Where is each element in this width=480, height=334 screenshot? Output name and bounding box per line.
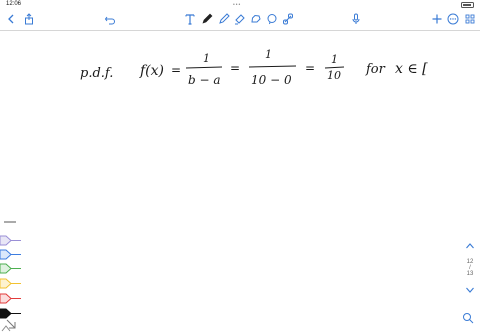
- fraction3-numerator: 1: [331, 53, 338, 66]
- handwritten-formula: p.d.f. f(x) = 1 b − a = 1 10 − 0 = 1 10 …: [80, 48, 428, 87]
- microphone-icon[interactable]: [349, 12, 363, 26]
- pen-blue[interactable]: [0, 247, 22, 260]
- lasso-tool-icon[interactable]: [249, 12, 263, 26]
- fraction1-denominator: b − a: [188, 73, 221, 87]
- shapes-tool-icon[interactable]: [265, 12, 279, 26]
- status-bar: 12:06 •••: [0, 0, 480, 9]
- total-pages: 13: [466, 271, 474, 277]
- link-tool-icon[interactable]: [281, 12, 295, 26]
- pen-lavender[interactable]: [0, 233, 22, 246]
- fraction3-denominator: 10: [327, 69, 341, 82]
- zoom-window-icon[interactable]: [461, 311, 475, 325]
- fraction3-bar: [324, 66, 345, 69]
- highlighter-tool-icon[interactable]: [233, 12, 247, 26]
- back-chevron-icon[interactable]: [4, 12, 18, 26]
- pen-red[interactable]: [0, 291, 22, 304]
- minimize-toolbar-icon[interactable]: [4, 317, 18, 331]
- share-icon[interactable]: [22, 12, 36, 26]
- add-page-icon[interactable]: [430, 12, 444, 26]
- fraction2-bar: [248, 65, 297, 68]
- fraction2-numerator: 1: [265, 48, 272, 61]
- domain-text: x ∈ [: [395, 61, 428, 77]
- status-time: 12:06: [6, 1, 22, 7]
- multitask-dots[interactable]: •••: [233, 2, 241, 8]
- undo-icon[interactable]: [103, 12, 117, 26]
- for-text: for: [365, 62, 386, 77]
- page-navigation: 12 / 13: [463, 242, 477, 294]
- page-up-icon[interactable]: [465, 242, 475, 250]
- equals-sign-2: =: [230, 61, 240, 75]
- eraser-tool-icon[interactable]: [217, 12, 231, 26]
- pages-grid-icon[interactable]: [463, 12, 477, 26]
- pen-black[interactable]: [0, 306, 22, 319]
- note-canvas[interactable]: p.d.f. f(x) = 1 b − a = 1 10 − 0 = 1 10 …: [0, 32, 480, 334]
- battery-icon: [461, 2, 474, 8]
- text-tool-icon[interactable]: [183, 12, 197, 26]
- function-label: f(x): [139, 63, 164, 79]
- more-icon[interactable]: [446, 12, 460, 26]
- fraction2-denominator: 10 − 0: [251, 73, 292, 87]
- pen-yellow[interactable]: [0, 276, 22, 289]
- pen-tool-icon[interactable]: [200, 12, 214, 26]
- pdf-label: p.d.f.: [80, 66, 113, 81]
- pen-strip-grip[interactable]: [4, 221, 16, 223]
- fraction1-bar: [185, 66, 223, 69]
- equals-sign-3: =: [305, 61, 315, 75]
- toolbar: [0, 9, 480, 31]
- page-down-icon[interactable]: [465, 286, 475, 294]
- equals-sign-1: =: [171, 63, 181, 77]
- fraction1-numerator: 1: [203, 52, 210, 65]
- pen-green[interactable]: [0, 261, 22, 274]
